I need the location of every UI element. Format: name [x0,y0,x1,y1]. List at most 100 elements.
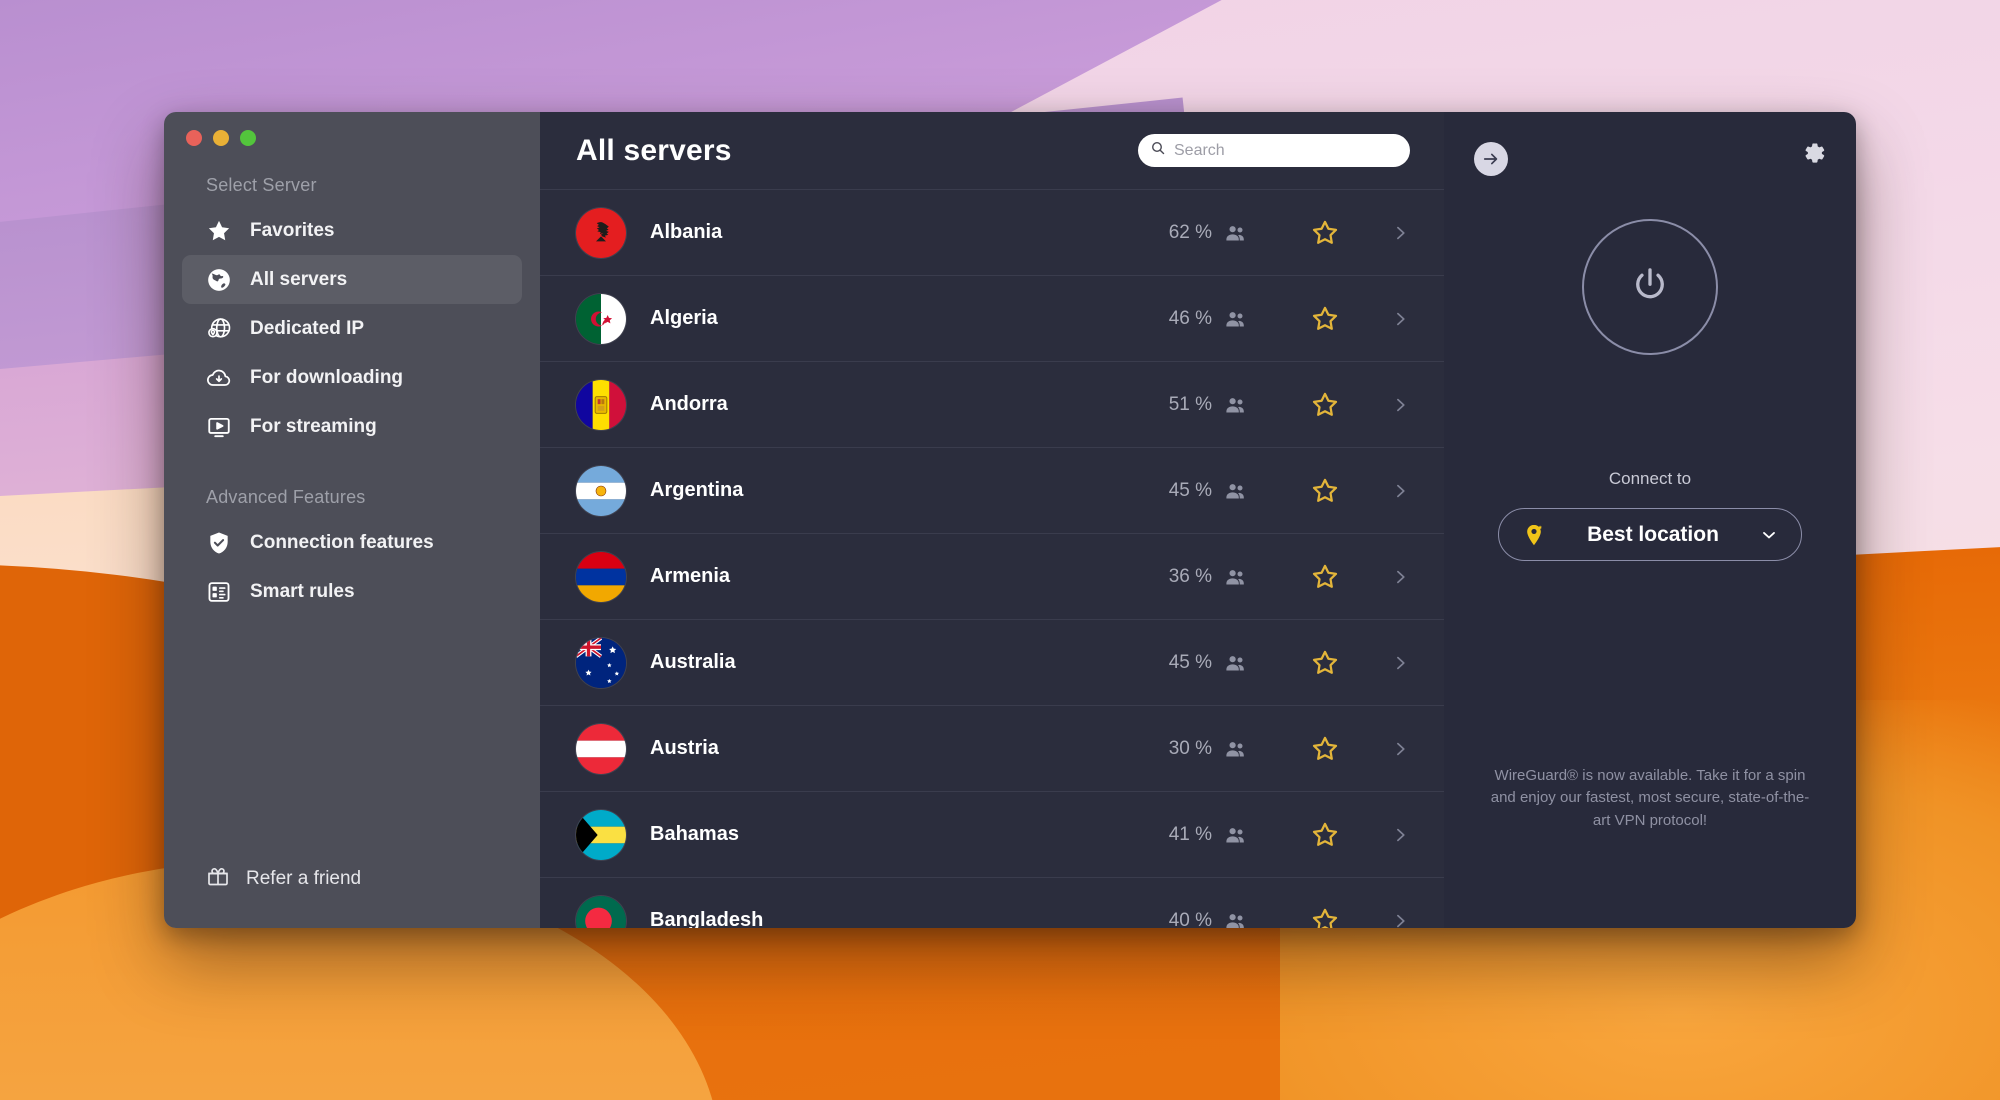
globe-americas-icon [206,267,232,293]
server-row[interactable]: Armenia 36 % [540,534,1444,620]
desktop-wallpaper: Select Server Favorites All servers Dedi… [0,0,2000,1100]
server-row-actions: 46 % [1169,304,1410,334]
chevron-right-icon[interactable] [1390,481,1410,501]
sidebar-section-title-advanced-features: Advanced Features [206,487,366,507]
rules-list-icon [206,579,232,605]
sidebar-item-label: Connection features [250,531,434,553]
sidebar-item-all-servers[interactable]: All servers [182,255,522,304]
server-load-percent: 30 % [1168,737,1212,759]
server-row-actions: 51 % [1169,390,1410,420]
server-list[interactable]: Albania 62 % Algeria 46 % Andorra 51 % Argenti… [540,190,1444,928]
sidebar-item-for-streaming[interactable]: For streaming [182,402,522,451]
arrow-right-circle-icon[interactable] [1474,142,1508,176]
search-input[interactable] [1174,141,1398,160]
chevron-right-icon[interactable] [1390,653,1410,673]
gift-icon [206,864,230,894]
server-load-percent: 36 % [1168,565,1212,587]
people-icon [1224,651,1248,675]
server-row[interactable]: Algeria 46 % [540,276,1444,362]
server-load-percent: 45 % [1168,479,1212,501]
country-flag-icon [576,207,626,258]
sidebar-item-label: Favorites [250,219,335,241]
cloud-download-icon [206,365,232,391]
connect-panel: Connect to Best location WireGuard® is n… [1444,112,1856,928]
power-toggle-button[interactable] [1582,219,1718,355]
sidebar-item-favorites[interactable]: Favorites [182,206,522,255]
country-name: Bahamas [650,823,739,845]
gear-icon[interactable] [1798,138,1828,168]
chevron-down-icon [1759,525,1779,545]
country-name: Argentina [650,479,744,501]
people-icon [1224,565,1248,589]
server-row-actions: 36 % [1169,562,1410,592]
sidebar-item-for-downloading[interactable]: For downloading [182,353,522,402]
country-flag-icon [576,551,626,602]
monitor-play-icon [206,414,232,440]
vpn-app-window: Select Server Favorites All servers Dedi… [164,112,1856,928]
country-flag-icon [576,293,626,344]
country-name: Albania [650,221,723,243]
people-icon [1224,909,1248,928]
server-row[interactable]: Bangladesh 40 % [540,878,1444,928]
chevron-right-icon[interactable] [1390,825,1410,845]
sidebar-item-connection-features[interactable]: Connection features [182,518,522,567]
location-picker-button[interactable]: Best location [1498,508,1802,561]
maximize-window-button[interactable] [240,130,256,146]
server-row[interactable]: Albania 62 % [540,190,1444,276]
favorite-star-button[interactable] [1310,820,1340,850]
favorite-star-button[interactable] [1310,562,1340,592]
chevron-right-icon[interactable] [1390,223,1410,243]
map-pin-star-icon [1521,522,1547,548]
favorite-star-button[interactable] [1310,734,1340,764]
server-row-actions: 40 % [1169,906,1410,929]
chevron-right-icon[interactable] [1390,567,1410,587]
chevron-right-icon[interactable] [1390,395,1410,415]
country-flag-icon [576,637,626,688]
server-row-actions: 41 % [1169,820,1410,850]
favorite-star-button[interactable] [1310,390,1340,420]
chevron-right-icon[interactable] [1390,739,1410,759]
people-icon [1224,823,1248,847]
refer-a-friend-button[interactable]: Refer a friend [164,864,361,928]
country-name: Bangladesh [650,909,764,928]
connect-to-label: Connect to [1608,469,1692,488]
country-flag-icon [576,723,626,774]
favorite-star-button[interactable] [1310,304,1340,334]
people-icon [1224,393,1248,417]
server-load-percent: 62 % [1168,221,1212,243]
wireguard-note: WireGuard® is now available. Take it for… [1490,766,1810,829]
country-flag-icon [576,379,626,430]
favorite-star-button[interactable] [1310,648,1340,678]
minimize-window-button[interactable] [213,130,229,146]
sidebar: Select Server Favorites All servers Dedi… [164,112,540,928]
power-icon [1629,264,1671,311]
server-row[interactable]: Bahamas 41 % [540,792,1444,878]
server-row[interactable]: Andorra 51 % [540,362,1444,448]
main-header: All servers [540,112,1444,190]
server-load-percent: 45 % [1168,651,1212,673]
sidebar-item-label: Dedicated IP [250,317,365,339]
country-name: Austria [650,737,719,759]
country-name: Australia [650,651,736,673]
star-icon [206,218,232,244]
server-row[interactable]: Australia 45 % [540,620,1444,706]
favorite-star-button[interactable] [1310,218,1340,248]
close-window-button[interactable] [186,130,202,146]
selected-location-label: Best location [1587,522,1719,546]
sidebar-item-dedicated-ip[interactable]: Dedicated IP [182,304,522,353]
sidebar-item-label: For streaming [250,415,377,437]
country-flag-icon [576,465,626,516]
server-row[interactable]: Austria 30 % [540,706,1444,792]
favorite-star-button[interactable] [1310,906,1340,928]
people-icon [1224,307,1248,331]
chevron-right-icon[interactable] [1390,911,1410,929]
page-title: All servers [576,133,732,167]
search-box[interactable] [1138,134,1410,167]
chevron-right-icon[interactable] [1390,309,1410,329]
shield-check-icon [206,530,232,556]
people-icon [1224,737,1248,761]
server-row[interactable]: Argentina 45 % [540,448,1444,534]
window-traffic-lights [164,112,540,146]
favorite-star-button[interactable] [1310,476,1340,506]
sidebar-item-smart-rules[interactable]: Smart rules [182,567,522,616]
